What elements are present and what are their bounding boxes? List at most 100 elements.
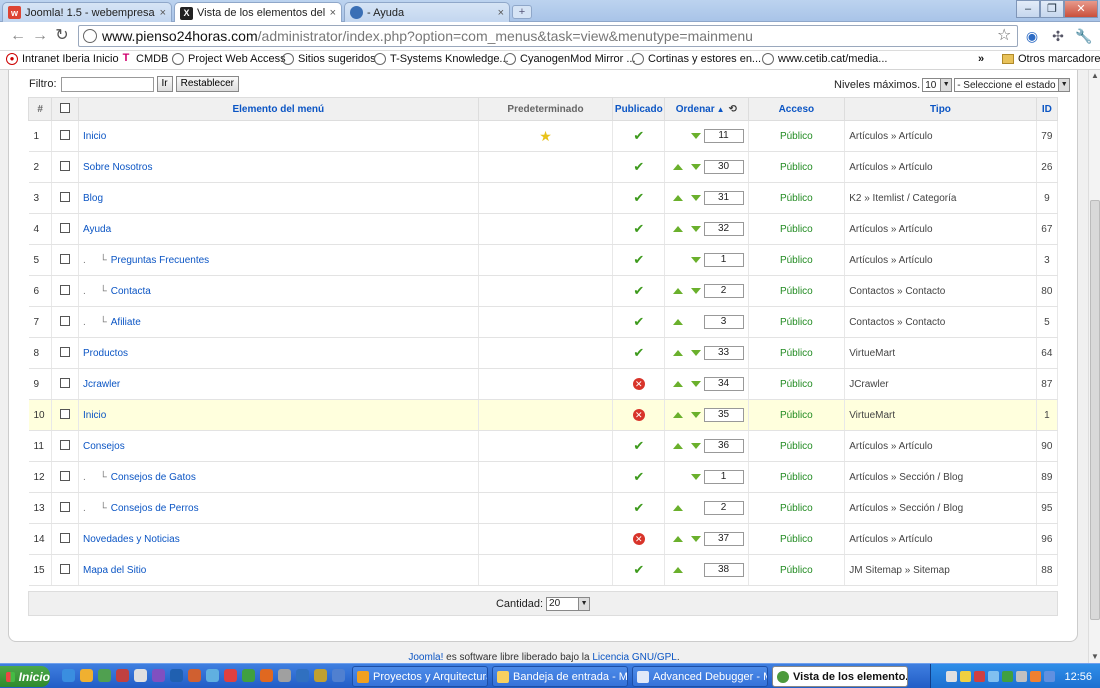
quicklaunch-icon[interactable] bbox=[188, 669, 201, 682]
other-bookmarks[interactable]: Otros marcadores bbox=[1002, 53, 1100, 65]
row-checkbox[interactable] bbox=[60, 470, 71, 481]
bookmark-item[interactable]: T-Systems Knowledge... bbox=[374, 53, 509, 65]
reset-button[interactable]: Restablecer bbox=[175, 76, 239, 92]
published-check-icon[interactable]: ✔ bbox=[633, 252, 644, 267]
published-check-icon[interactable]: ✔ bbox=[633, 345, 644, 360]
scroll-up-icon[interactable]: ▲ bbox=[1089, 70, 1100, 82]
order-input[interactable]: 1 bbox=[703, 253, 744, 267]
row-checkbox[interactable] bbox=[60, 284, 71, 295]
tray-icon[interactable] bbox=[1002, 671, 1014, 682]
order-input[interactable]: 37 bbox=[703, 532, 744, 546]
access-cell[interactable]: Público bbox=[748, 337, 846, 369]
order-input[interactable]: 2 bbox=[703, 284, 744, 298]
browser-tab-2[interactable]: X Vista de los elementos del men × bbox=[174, 2, 342, 23]
move-up-icon[interactable] bbox=[672, 350, 683, 356]
move-up-icon[interactable] bbox=[672, 505, 683, 511]
order-input[interactable]: 36 bbox=[703, 439, 744, 453]
access-cell[interactable]: Público bbox=[748, 182, 846, 214]
bookmark-item[interactable]: ● Intranet Iberia Inicio bbox=[6, 53, 119, 65]
state-select[interactable]: - Seleccione el estado - ▼ bbox=[954, 78, 1071, 92]
quicklaunch-icon[interactable] bbox=[278, 669, 291, 682]
address-bar[interactable]: www.pienso24horas.com/administrator/inde… bbox=[78, 25, 1018, 47]
back-icon[interactable]: ← bbox=[8, 26, 28, 46]
reload-icon[interactable]: ↻ bbox=[52, 26, 72, 46]
forward-icon[interactable]: → bbox=[30, 26, 50, 46]
access-cell[interactable]: Público bbox=[748, 492, 846, 524]
order-input[interactable]: 30 bbox=[703, 160, 744, 174]
save-order-icon[interactable]: ⟲ bbox=[729, 104, 737, 115]
move-down-icon[interactable] bbox=[690, 474, 701, 480]
access-cell[interactable]: Público bbox=[748, 368, 846, 400]
bookmark-item[interactable]: Cortinas y estores en... bbox=[632, 53, 761, 65]
move-down-icon[interactable] bbox=[690, 133, 701, 139]
quicklaunch-icon[interactable] bbox=[98, 669, 111, 682]
move-up-icon[interactable] bbox=[672, 226, 683, 232]
access-cell[interactable]: Público bbox=[748, 244, 846, 276]
quicklaunch-icon[interactable] bbox=[314, 669, 327, 682]
bookmark-item[interactable]: www.cetib.cat/media... bbox=[762, 53, 887, 65]
published-check-icon[interactable]: ✔ bbox=[633, 159, 644, 174]
menu-item-link[interactable]: Preguntas Frecuentes bbox=[111, 255, 209, 266]
firefox-icon[interactable] bbox=[260, 669, 273, 682]
tray-icon[interactable] bbox=[988, 671, 1000, 682]
wrench-icon[interactable]: 🔧 bbox=[1075, 27, 1093, 45]
menu-item-link[interactable]: Sobre Nosotros bbox=[83, 162, 152, 173]
order-input[interactable]: 31 bbox=[703, 191, 744, 205]
move-up-icon[interactable] bbox=[672, 381, 683, 387]
published-check-icon[interactable]: ✔ bbox=[633, 500, 644, 515]
published-check-icon[interactable]: ✔ bbox=[633, 221, 644, 236]
col-name[interactable]: Elemento del menú bbox=[78, 97, 479, 121]
filter-input[interactable] bbox=[60, 76, 154, 92]
menu-item-link[interactable]: Consejos bbox=[83, 441, 125, 452]
move-down-icon[interactable] bbox=[690, 257, 701, 263]
col-type[interactable]: Tipo bbox=[844, 97, 1037, 121]
row-checkbox[interactable] bbox=[60, 191, 71, 202]
vertical-scrollbar[interactable]: ▲ ▼ bbox=[1088, 70, 1100, 663]
taskbar-item-active[interactable]: Vista de los elemento... bbox=[772, 666, 908, 687]
tray-icon[interactable] bbox=[974, 671, 986, 682]
move-down-icon[interactable] bbox=[690, 381, 701, 387]
quicklaunch-icon[interactable] bbox=[170, 669, 183, 682]
new-tab-button[interactable]: + bbox=[512, 5, 532, 19]
access-cell[interactable]: Público bbox=[748, 461, 846, 493]
move-down-icon[interactable] bbox=[690, 443, 701, 449]
menu-item-link[interactable]: Contacta bbox=[111, 286, 151, 297]
row-checkbox[interactable] bbox=[60, 129, 71, 140]
access-cell[interactable]: Público bbox=[748, 523, 846, 555]
tray-icon[interactable] bbox=[1030, 671, 1042, 682]
published-check-icon[interactable]: ✔ bbox=[633, 438, 644, 453]
close-icon[interactable]: × bbox=[330, 7, 336, 19]
bookmark-item[interactable]: CyanogenMod Mirror ... bbox=[504, 53, 636, 65]
quicklaunch-icon[interactable] bbox=[332, 669, 345, 682]
row-checkbox[interactable] bbox=[60, 160, 71, 171]
menu-item-link[interactable]: Consejos de Perros bbox=[111, 503, 199, 514]
tray-icon[interactable] bbox=[1044, 671, 1056, 682]
move-up-icon[interactable] bbox=[672, 195, 683, 201]
published-check-icon[interactable]: ✔ bbox=[633, 562, 644, 577]
access-cell[interactable]: Público bbox=[748, 120, 846, 152]
row-checkbox[interactable] bbox=[60, 315, 71, 326]
scroll-thumb[interactable] bbox=[1090, 200, 1100, 620]
minimize-button[interactable]: – bbox=[1016, 0, 1040, 18]
quicklaunch-icon[interactable] bbox=[152, 669, 165, 682]
quicklaunch-icon[interactable] bbox=[134, 669, 147, 682]
row-checkbox[interactable] bbox=[60, 532, 71, 543]
menu-item-link[interactable]: Inicio bbox=[83, 410, 106, 421]
default-star-icon[interactable]: ★ bbox=[539, 128, 552, 144]
row-checkbox[interactable] bbox=[60, 346, 71, 357]
row-checkbox[interactable] bbox=[60, 439, 71, 450]
close-window-button[interactable]: ✕ bbox=[1064, 0, 1098, 18]
col-id[interactable]: ID bbox=[1035, 97, 1059, 121]
quicklaunch-icon[interactable] bbox=[116, 669, 129, 682]
maximize-button[interactable]: ❐ bbox=[1040, 0, 1064, 18]
unpublished-x-icon[interactable]: ✕ bbox=[632, 533, 645, 545]
browser-tab-1[interactable]: w Joomla! 1.5 - webempresa joo × bbox=[2, 2, 172, 22]
move-up-icon[interactable] bbox=[672, 567, 683, 573]
start-button[interactable]: Inicio bbox=[0, 666, 50, 687]
menu-item-link[interactable]: Consejos de Gatos bbox=[111, 472, 196, 483]
move-down-icon[interactable] bbox=[690, 164, 701, 170]
quicklaunch-icon[interactable] bbox=[224, 669, 237, 682]
access-cell[interactable]: Público bbox=[748, 399, 846, 431]
quicklaunch-icon[interactable] bbox=[296, 669, 309, 682]
col-order[interactable]: Ordenar ▲ ⟲ bbox=[664, 97, 749, 121]
